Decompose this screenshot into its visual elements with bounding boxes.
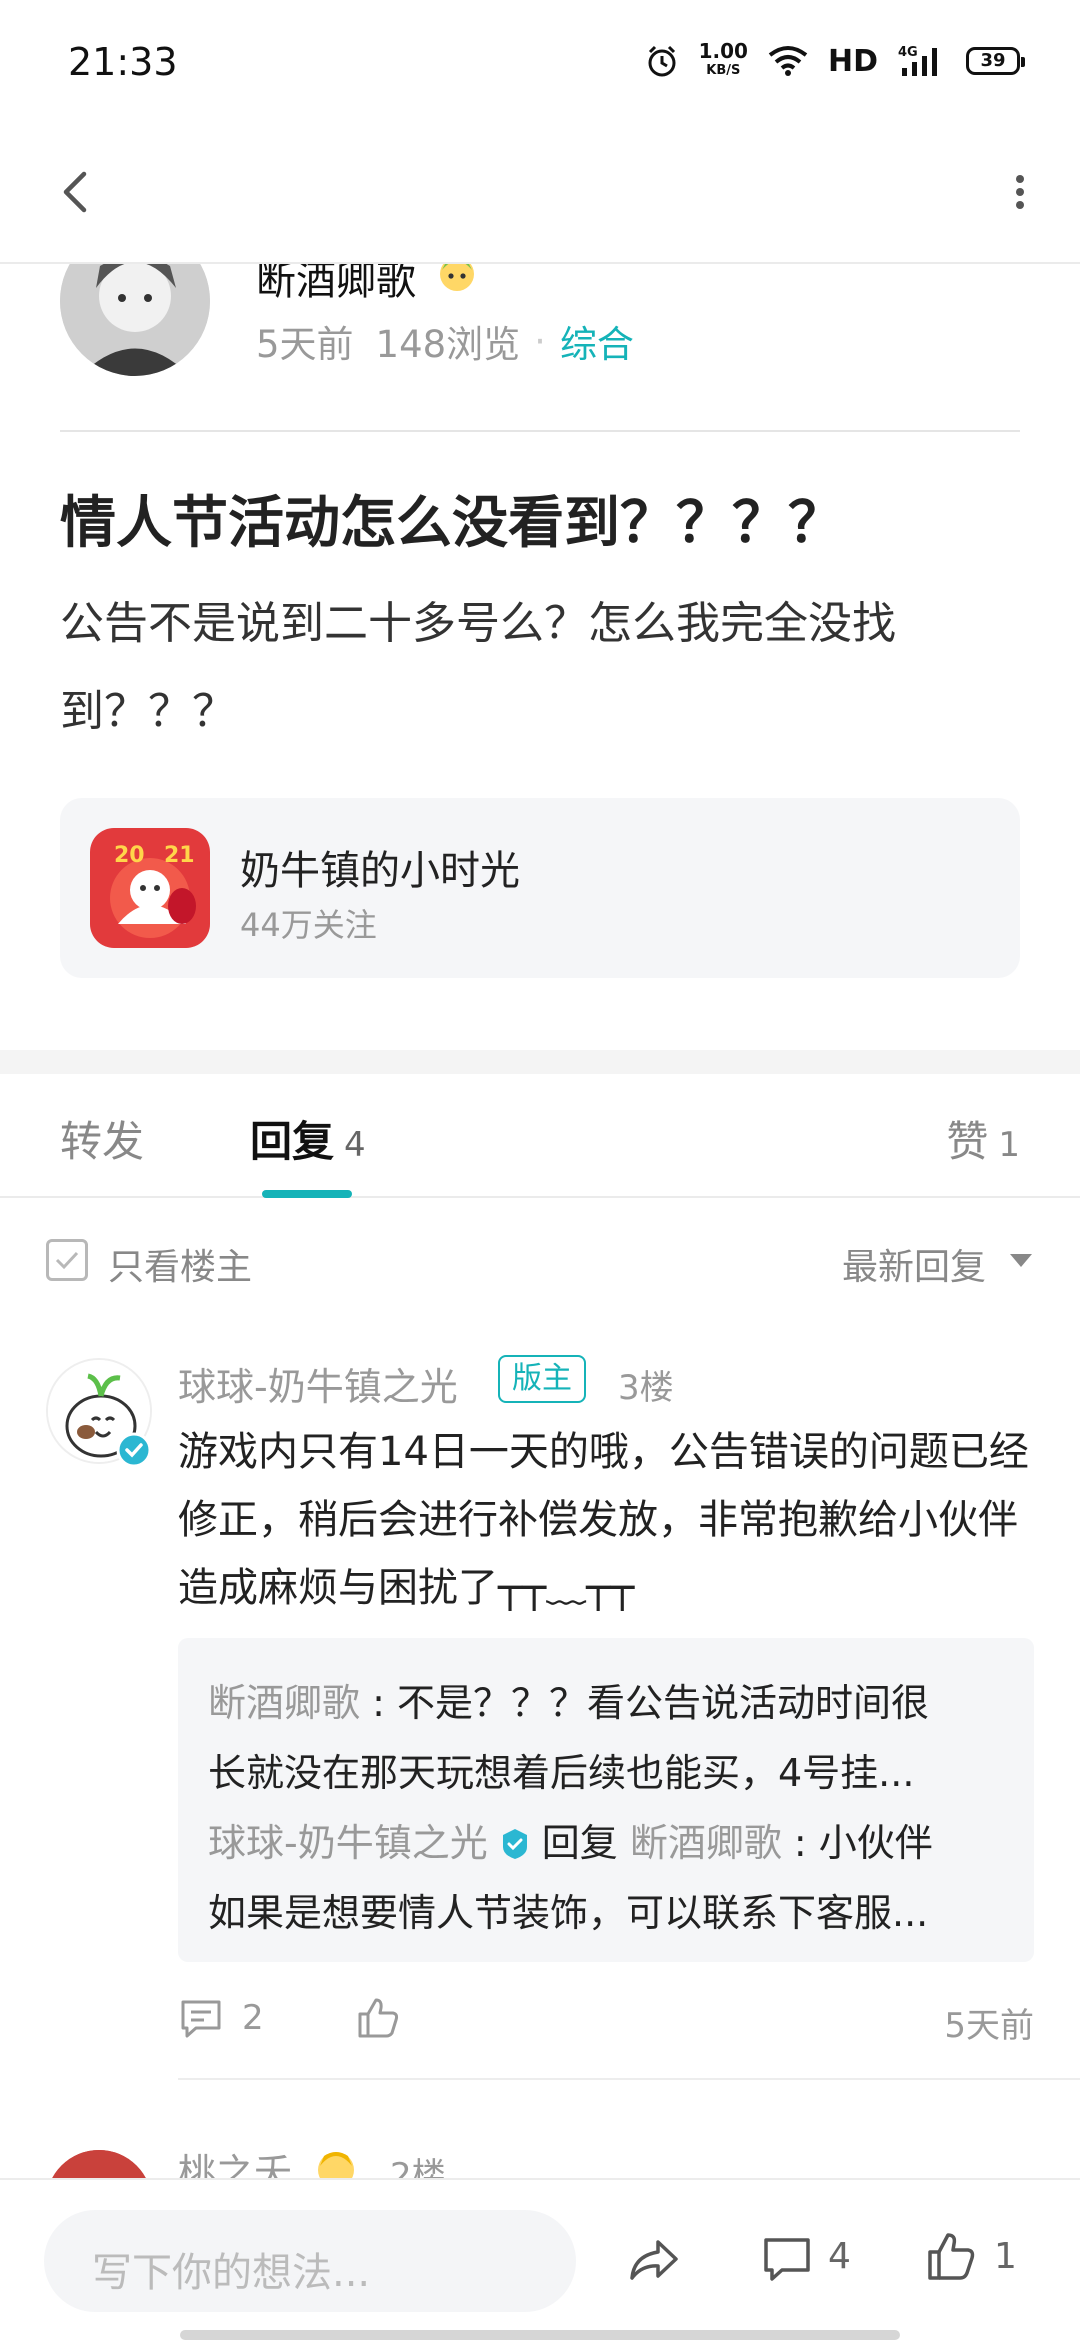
- tabs-bar: 转发 回复 4 赞1: [0, 1074, 1080, 1198]
- post-body: 公告不是说到二十多号么？怎么我完全没找到？？？: [60, 598, 896, 737]
- sub-reply-line: 长就没在那天玩想着后续也能买，4号挂...: [208, 1751, 915, 1795]
- svg-text:20: 20: [114, 843, 145, 868]
- comment-icon[interactable]: [760, 2232, 814, 2286]
- comment-time: 5天前: [944, 2006, 1034, 2046]
- sub-reply-line: 断酒卿歌 : 不是？？？看公告说活动时间很: [208, 1681, 929, 1725]
- game-name: 奶牛镇的小时光: [240, 848, 520, 894]
- hd-indicator: HD: [827, 43, 878, 79]
- bottom-comment-count: 4: [828, 2236, 851, 2277]
- sub-replies-box[interactable]: 断酒卿歌 : 不是？？？看公告说活动时间很 长就没在那天玩想着后续也能买，4号挂…: [178, 1638, 1034, 1962]
- reply-count: 4: [344, 1125, 366, 1165]
- comment-icon[interactable]: [178, 1996, 224, 2042]
- game-followers: 44万关注: [240, 906, 377, 944]
- comment-actions: 2 5天前: [178, 1990, 1038, 2050]
- sub-reply-author[interactable]: 断酒卿歌: [208, 1681, 360, 1725]
- bottom-input-bar: 写下你的想法... 4 1: [0, 2178, 1080, 2340]
- sort-dropdown[interactable]: 最新回复: [842, 1238, 986, 1290]
- post-category[interactable]: 综合: [560, 314, 634, 368]
- thumbs-up-icon[interactable]: [354, 1994, 402, 2042]
- only-op-label[interactable]: 只看楼主: [108, 1238, 252, 1290]
- comment-input-placeholder: 写下你的想法...: [92, 2250, 371, 2296]
- svg-text:21: 21: [164, 843, 195, 868]
- alarm-icon: [648, 45, 676, 77]
- active-tab-indicator: [262, 1190, 352, 1198]
- chevron-down-icon[interactable]: [1010, 1254, 1032, 1267]
- comment-input[interactable]: 写下你的想法...: [44, 2210, 576, 2312]
- section-divider: [0, 1050, 1080, 1074]
- tab-forward[interactable]: 转发: [60, 1108, 144, 1169]
- sub-reply-line: 如果是想要情人节装饰，可以联系下客服...: [208, 1891, 929, 1935]
- home-indicator[interactable]: [180, 2330, 900, 2340]
- tab-reply[interactable]: 回复 4: [250, 1108, 366, 1169]
- bottom-like-count: 1: [994, 2236, 1017, 2277]
- post-views: 148浏览: [375, 323, 521, 366]
- status-bar: 21:33 1.00 KB/S HD 4G 39: [0, 0, 1080, 130]
- comment-reply-count: 2: [242, 1998, 264, 2038]
- network-speed: 1.00 KB/S: [698, 39, 748, 78]
- signal-icon: 4G: [898, 45, 937, 76]
- tab-like[interactable]: 赞1: [946, 1108, 1020, 1169]
- comment-text[interactable]: 游戏内只有14日一天的哦，公告错误的问题已经修正，稍后会进行补偿发放，非常抱歉给…: [178, 1418, 1038, 1622]
- status-icons: 1.00 KB/S HD 4G 39: [645, 39, 1025, 80]
- game-card[interactable]: 20 21 奶牛镇的小时光 44万关注: [60, 798, 1020, 978]
- sub-reply-author[interactable]: 球球-奶牛镇之光: [208, 1821, 488, 1865]
- moderator-tag: 版主: [498, 1355, 586, 1403]
- battery-indicator: 39: [966, 47, 1025, 75]
- post-title: 情人节活动怎么没看到？？？？: [60, 491, 844, 556]
- post-meta: 5天前 148浏览 · 综合: [256, 314, 634, 368]
- comment-author-name[interactable]: 球球-奶牛镇之光: [178, 1356, 458, 1411]
- filter-row: 只看楼主 最新回复: [0, 1198, 1080, 1322]
- sub-reply-line: 球球-奶牛镇之光 回复 断酒卿歌 : 小伙伴: [208, 1821, 933, 1865]
- comment-floor: 3楼: [618, 1368, 674, 1408]
- back-arrow-icon[interactable]: [40, 152, 120, 232]
- reply-target[interactable]: 断酒卿歌: [630, 1821, 782, 1865]
- more-options-icon[interactable]: [990, 152, 1050, 232]
- meta-separator: ·: [534, 319, 546, 363]
- share-icon[interactable]: [626, 2232, 682, 2288]
- divider: [178, 2078, 1080, 2080]
- status-time: 21:33: [68, 40, 178, 84]
- post-time: 5天前: [256, 323, 354, 366]
- thumbs-up-icon[interactable]: [924, 2228, 978, 2284]
- divider: [60, 430, 1020, 432]
- reply-word: 回复: [541, 1821, 618, 1865]
- only-op-checkbox[interactable]: [46, 1239, 88, 1281]
- svg-text:4G: 4G: [898, 45, 918, 60]
- top-nav-bar: [0, 130, 1080, 264]
- verified-badge-icon: [116, 1432, 152, 1468]
- game-icon: 20 21: [90, 828, 210, 948]
- wifi-icon: [768, 46, 808, 76]
- verified-badge-icon: [502, 1829, 527, 1859]
- like-count: 1: [998, 1125, 1020, 1165]
- check-icon: [55, 1251, 79, 1270]
